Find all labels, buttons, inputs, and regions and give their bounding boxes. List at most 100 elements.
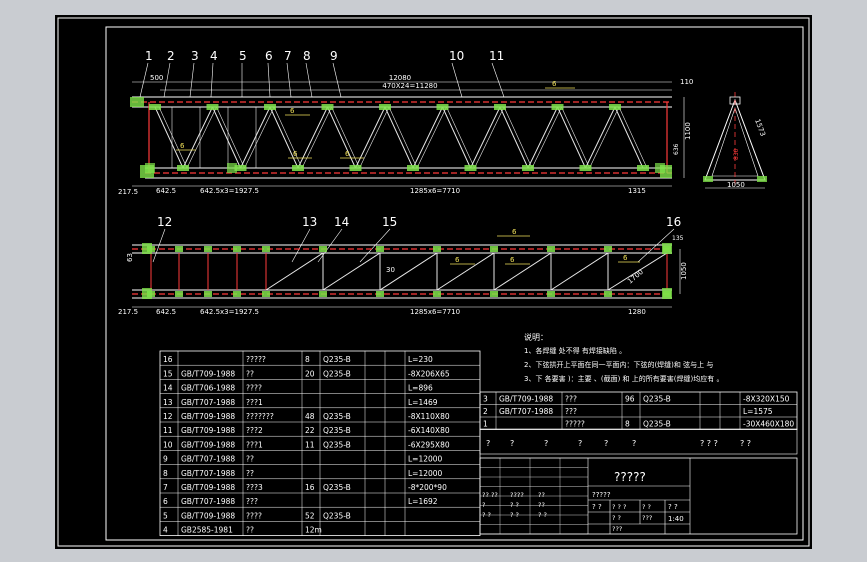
gusset-bottom — [464, 165, 477, 171]
table-cell: 52 — [305, 511, 315, 520]
table-cell: 11 — [305, 440, 315, 449]
table-cell: -8X320X150 — [743, 395, 790, 404]
plan-dim-1050: 1050 — [680, 262, 688, 280]
end-plate-left — [130, 97, 144, 107]
upper-header-cell: ? — [632, 439, 636, 448]
notes-line-3: 3、下 各要害 )：主要 、(截面) 和 上的所有要害(焊缝)均应有 。 — [524, 374, 723, 383]
upper-header-cell: ? ? ? — [700, 439, 718, 448]
plan-end-plate — [142, 243, 152, 254]
gusset-bottom — [637, 165, 649, 171]
table-cell: 96 — [625, 395, 635, 404]
plan-gusset-bottom — [376, 291, 384, 297]
table-cell: ????? — [565, 420, 585, 429]
gusset-top — [321, 104, 334, 110]
table-cell: Q235-B — [643, 395, 671, 404]
dim-bottom-b: 642.5x3=1927.5 — [200, 187, 259, 195]
table-cell: GB/T709-1988 — [181, 412, 235, 421]
weld-size: 6 — [293, 150, 298, 158]
plan-gusset-top — [319, 246, 327, 252]
table-cell: ???? — [246, 384, 262, 393]
table-cell: Q235-B — [643, 420, 671, 429]
weld-size: 6 — [510, 256, 515, 264]
table-cell: 9 — [163, 455, 168, 464]
dim-height: 1100 — [684, 122, 692, 140]
plan-gusset-bottom — [604, 291, 612, 297]
plan-dim-bottom-a: 642.5 — [156, 308, 176, 316]
plan-gusset-top — [233, 246, 241, 252]
support-plate-right — [660, 165, 672, 178]
callout-number: 15 — [382, 215, 397, 229]
table-cell: 13 — [163, 398, 173, 407]
callout-number: 2 — [167, 49, 175, 63]
gusset-top — [609, 104, 621, 110]
plan-end-plate — [662, 243, 672, 254]
table-cell: GB/T707-1988 — [181, 497, 235, 506]
plan-gusset-bottom — [490, 291, 498, 297]
table-cell: 16 — [163, 355, 173, 364]
plan-end-plate — [662, 288, 672, 299]
table-cell: Q235-B — [323, 412, 351, 421]
title-misc-2: ? ? — [592, 503, 602, 511]
plan-gusset-top — [262, 246, 270, 252]
title-cell: ?? — [538, 501, 545, 509]
callout-number: 6 — [265, 49, 273, 63]
callout-number: 4 — [210, 49, 218, 63]
table-cell: ??? — [565, 395, 577, 404]
gusset-bottom — [579, 165, 592, 171]
table-cell: ?? — [246, 469, 254, 478]
table-cell: GB/T709-1988 — [499, 395, 553, 404]
table-cell: 48 — [305, 412, 315, 421]
dim-right-mid: 636 — [673, 143, 680, 155]
section-base-left — [703, 176, 713, 182]
callout-number: 8 — [303, 49, 311, 63]
table-cell: 8 — [625, 420, 630, 429]
upper-header-cell: ? — [578, 439, 582, 448]
title-cell: ? ? — [642, 503, 651, 511]
table-cell: GB/T709-1988 — [181, 440, 235, 449]
callout-number: 10 — [449, 49, 464, 63]
table-cell: 3 — [483, 395, 488, 404]
table-cell: GB/T706-1988 — [181, 384, 235, 393]
gusset-top — [494, 104, 506, 110]
dim-right-top: 110 — [680, 78, 693, 86]
plan-gusset-bottom — [433, 291, 441, 297]
table-cell: ???1 — [246, 398, 263, 407]
gusset-top — [206, 104, 219, 110]
title-cell: ? ? — [538, 511, 547, 519]
plan-end-plate — [142, 288, 152, 299]
table-cell: ?? — [246, 369, 254, 378]
support-plate-left — [140, 165, 154, 178]
gusset-top — [264, 104, 276, 110]
plan-gusset-top — [547, 246, 555, 252]
weld-size: 6 — [512, 228, 517, 236]
title-cell: ? ? — [510, 501, 519, 509]
weld-size: 6 — [623, 254, 628, 262]
table-cell: ??????? — [246, 412, 274, 421]
table-cell: L=12000 — [408, 455, 443, 464]
table-cell: 5 — [163, 511, 168, 520]
table-cell: 8 — [163, 469, 168, 478]
gusset-end — [227, 163, 237, 173]
table-cell: Q235-B — [323, 426, 351, 435]
plan-gusset-top — [376, 246, 384, 252]
gusset-top — [436, 104, 449, 110]
table-cell: 10 — [163, 440, 173, 449]
table-cell: L=230 — [408, 355, 433, 364]
plan-gusset-bottom — [204, 291, 212, 297]
table-cell: GB/T709-1988 — [181, 483, 235, 492]
gusset-bottom — [349, 165, 362, 171]
title-cell: ?? — [538, 491, 545, 499]
table-cell: 4 — [163, 526, 168, 535]
table-cell: ???? — [246, 511, 262, 520]
title-cell: ? ? — [510, 511, 519, 519]
table-cell: GB/T707-1988 — [499, 407, 553, 416]
table-cell: L=896 — [408, 384, 433, 393]
table-cell: ??? — [246, 497, 258, 506]
table-cell: Q235-B — [323, 511, 351, 520]
table-cell: L=1575 — [743, 407, 773, 416]
table-cell: GB2585-1981 — [181, 526, 233, 535]
table-cell: -30X460X180 — [743, 420, 794, 429]
table-cell: 11 — [163, 426, 173, 435]
table-cell: Q235-B — [323, 369, 351, 378]
table-cell: GB/T709-1988 — [181, 511, 235, 520]
